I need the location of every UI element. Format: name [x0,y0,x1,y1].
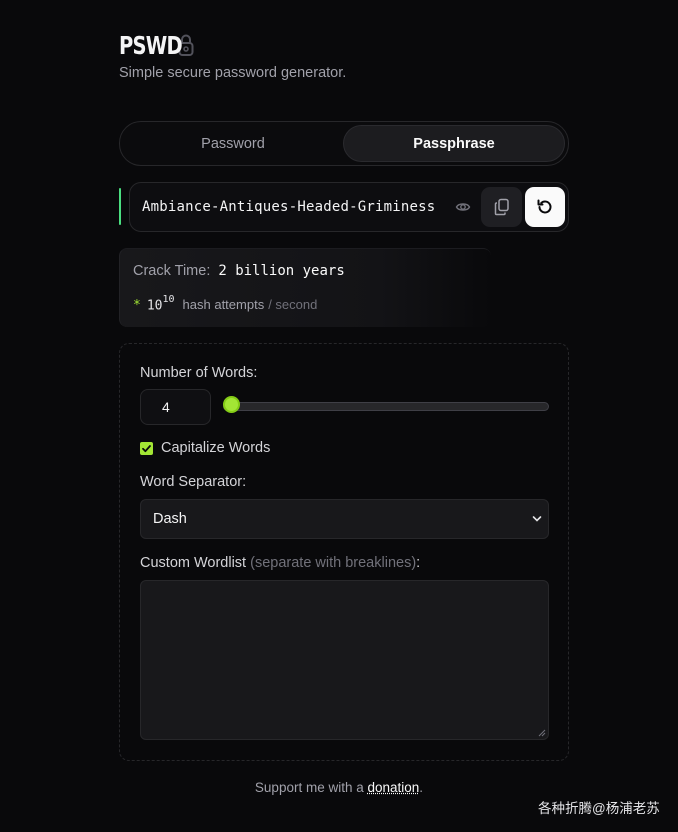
word-separator-label: Word Separator: [140,474,247,490]
check-icon [142,444,151,452]
capitalize-label: Capitalize Words [161,440,271,456]
copy-button[interactable] [481,187,522,227]
per-second-label: / second [268,297,318,313]
tab-password[interactable]: Password [123,125,343,162]
eye-icon[interactable] [455,199,471,215]
custom-wordlist-label: Custom Wordlist (separate with breakline… [140,555,420,571]
crack-time-value: 2 billion years [218,263,345,279]
slider-thumb[interactable] [223,396,240,413]
passphrase-output: Ambiance-Antiques-Headed-Griminess [129,182,569,232]
footer-prefix: Support me with a [254,780,368,795]
custom-wordlist-textarea[interactable] [140,580,549,740]
app-container: PSWD Simple secure password generator. P… [119,28,569,761]
crack-time-label: Crack Time: [133,263,211,279]
hash-rate-exponent: 10 [162,294,175,305]
word-count-slider[interactable] [223,402,549,411]
asterisk-icon: * [133,298,141,314]
passphrase-text[interactable]: Ambiance-Antiques-Headed-Griminess [130,199,455,215]
capitalize-words-option[interactable]: Capitalize Words [140,440,270,456]
hash-rate-value: 1010 [146,294,175,314]
watermark: 各种折腾@杨浦老苏 [538,801,660,816]
chevron-down-icon [532,514,542,524]
refresh-icon [536,198,554,216]
word-separator-value: Dash [153,511,187,527]
subtitle: Simple secure password generator. [119,65,347,81]
number-of-words-input[interactable]: 4 [140,389,211,425]
logo: PSWD [119,28,569,62]
hash-rate-base: 10 [146,298,163,314]
copy-icon [494,198,510,216]
regenerate-button[interactable] [525,187,565,227]
mode-tabs: Password Passphrase [119,121,569,166]
custom-wordlist-title: Custom Wordlist [140,555,247,571]
capitalize-checkbox[interactable] [140,441,153,455]
resize-handle-icon[interactable] [538,729,546,737]
footer-suffix: . [419,780,424,795]
strength-indicator-bar [119,188,121,225]
donation-link[interactable]: donation [367,780,419,795]
word-separator-select[interactable]: Dash [140,499,549,539]
number-of-words-label: Number of Words: [140,365,258,381]
custom-wordlist-hint: (separate with breaklines) [250,555,417,571]
tab-passphrase[interactable]: Passphrase [343,125,565,162]
logo-text: PSWD [119,30,183,60]
crack-time-panel: Crack Time: 2 billion years * 1010 hash … [119,248,491,327]
footer: Support me with a donation. [0,780,678,795]
hash-attempts-label: hash attempts [182,297,265,313]
settings-panel: Number of Words: 4 Capitalize Words Word… [119,343,569,761]
custom-wordlist-colon: : [416,555,421,571]
